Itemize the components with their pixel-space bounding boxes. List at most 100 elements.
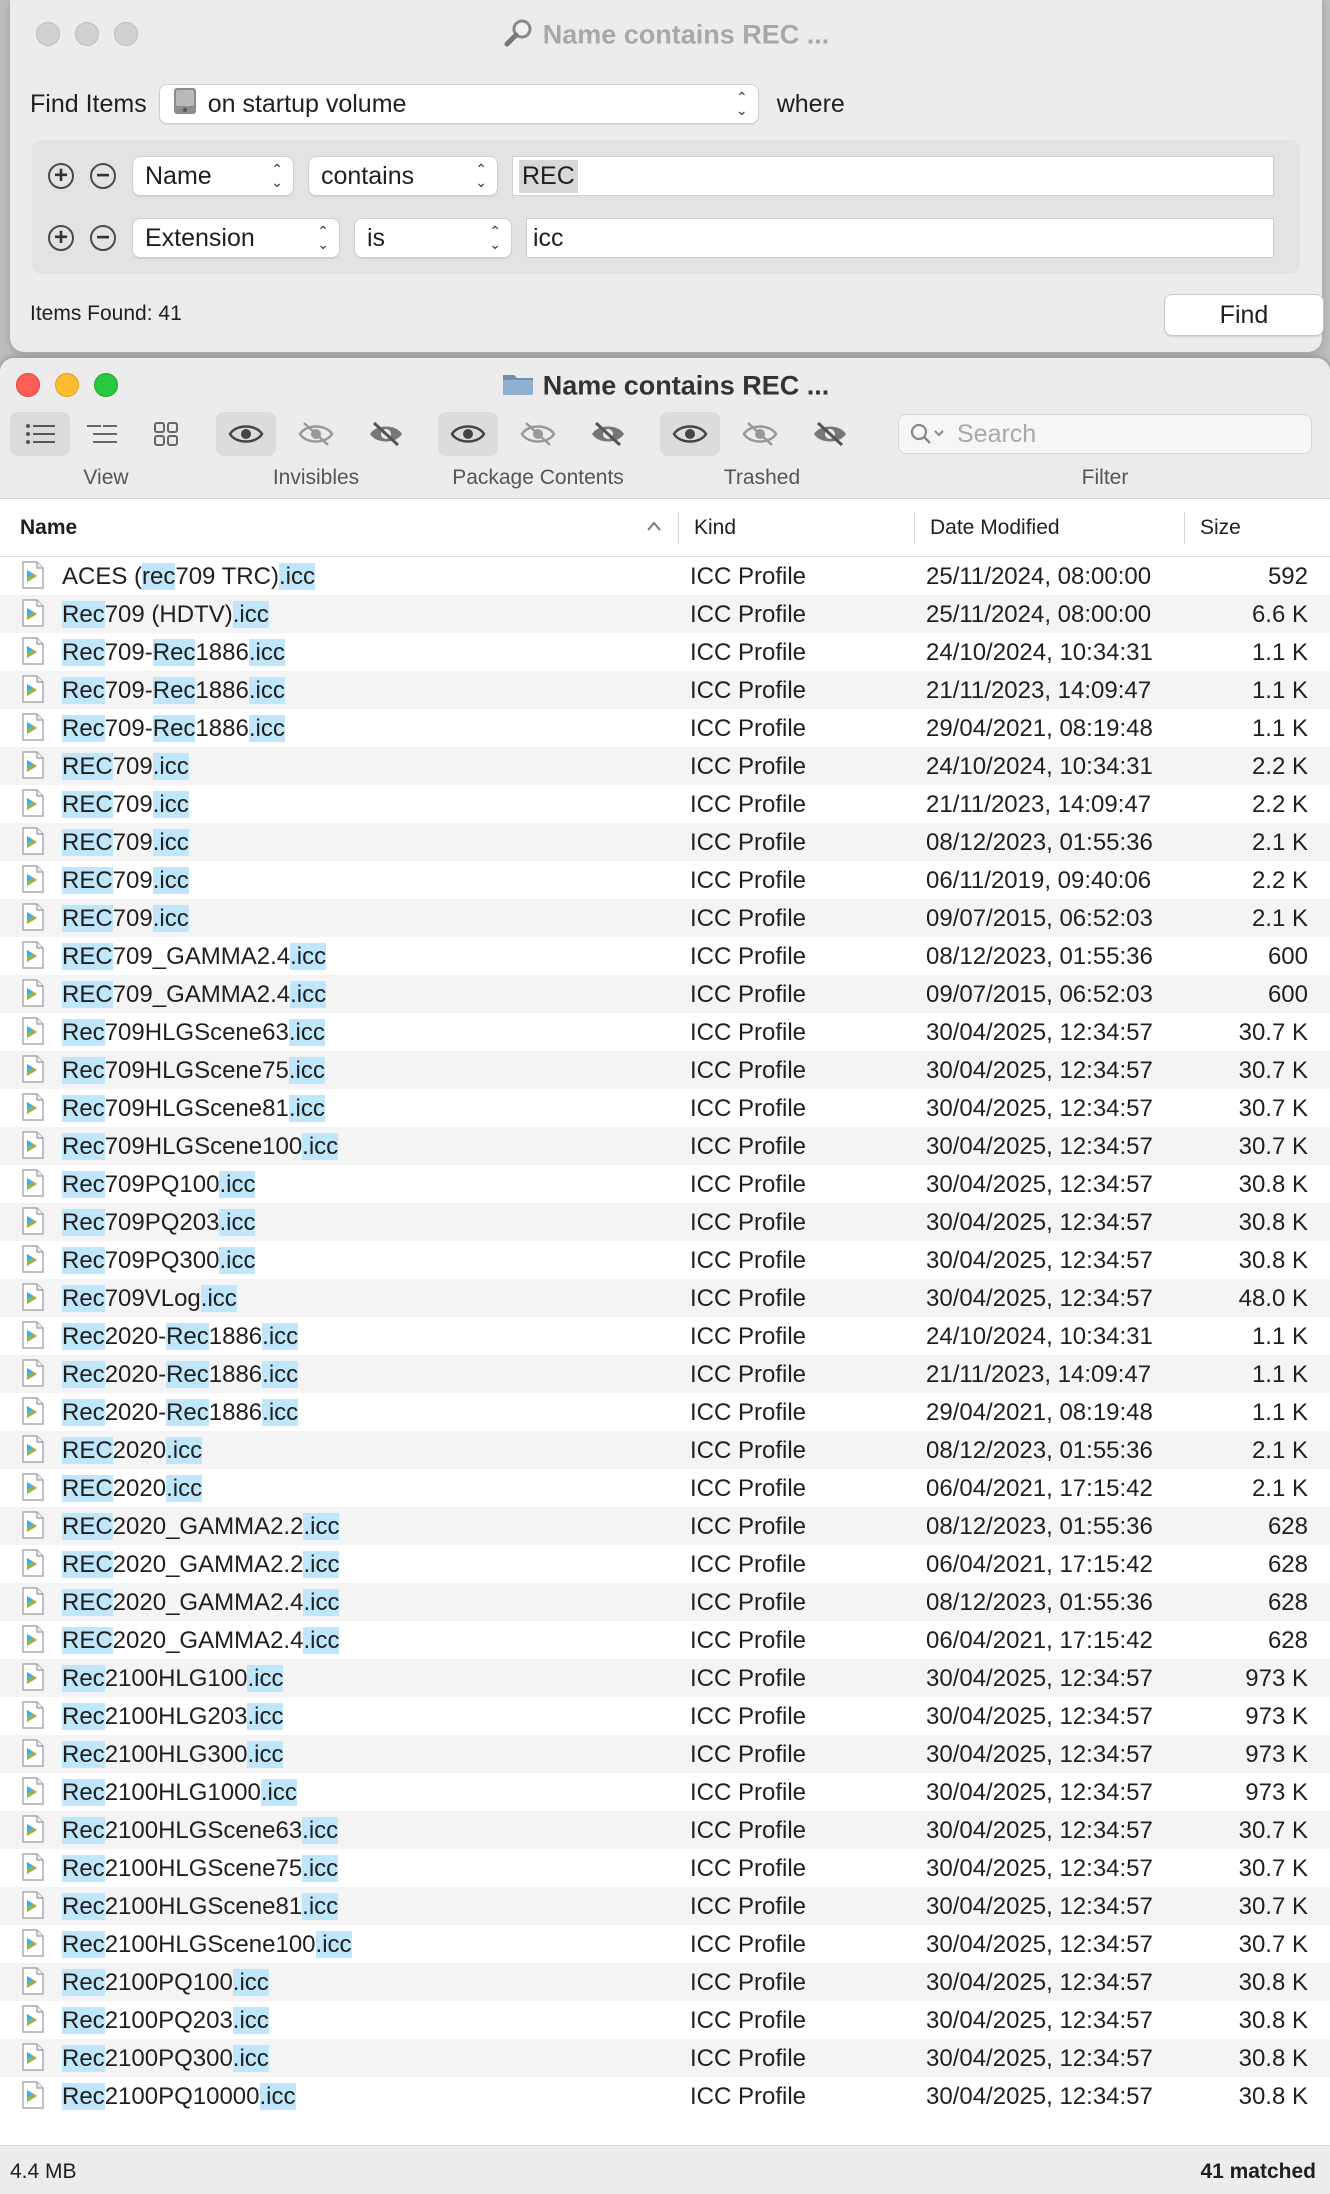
table-row[interactable]: Rec709PQ300.icc ICC Profile 30/04/2025, 12… [0, 1241, 1330, 1279]
table-row[interactable]: ACES (rec709 TRC).icc ICC Profile 25/11/20… [0, 557, 1330, 595]
table-row[interactable]: Rec709HLGScene63.icc ICC Profile 30/04/202… [0, 1013, 1330, 1051]
file-date-modified: 08/12/2023, 01:55:36 [926, 943, 1153, 970]
table-row[interactable]: REC2020_GAMMA2.4.icc ICC Profile 06/04/202… [0, 1621, 1330, 1659]
rule-operator-popup[interactable]: is ⌃ ⌄ [354, 218, 512, 258]
icon-view-button[interactable] [136, 412, 196, 456]
package-hide-button[interactable] [508, 412, 568, 456]
table-row[interactable]: REC709.icc ICC Profile 24/10/2024, 10:34:3… [0, 747, 1330, 785]
file-kind: ICC Profile [690, 1095, 807, 1122]
file-date-modified: 06/04/2021, 17:15:42 [926, 1627, 1153, 1654]
table-row[interactable]: Rec2100HLGScene100.icc ICC Profile 30/04/2… [0, 1925, 1330, 1963]
file-name: REC2020.icc [62, 1437, 203, 1464]
table-row[interactable]: Rec2020-Rec1886.icc ICC Profile 24/10/2024… [0, 1317, 1330, 1355]
file-name: REC2020.icc [62, 1475, 203, 1502]
table-row[interactable]: REC709_GAMMA2.4.icc ICC Profile 09/07/2015… [0, 975, 1330, 1013]
table-row[interactable]: Rec2100HLG1000.icc ICC Profile 30/04/2025,… [0, 1773, 1330, 1811]
file-kind: ICC Profile [690, 715, 807, 742]
package-show-button[interactable] [438, 412, 498, 456]
trashed-hide-button[interactable] [730, 412, 790, 456]
file-kind: ICC Profile [690, 1513, 807, 1540]
search-field[interactable]: Search [898, 414, 1312, 454]
file-kind: ICC Profile [690, 1437, 807, 1464]
table-row[interactable]: Rec2100PQ10000.icc ICC Profile 30/04/2025,… [0, 2077, 1330, 2115]
outline-view-button[interactable] [72, 412, 132, 456]
eye-slash-icon [298, 422, 334, 446]
table-row[interactable]: Rec709-Rec1886.icc ICC Profile 29/04/2021,… [0, 709, 1330, 747]
rule-operator-popup[interactable]: contains ⌃ ⌄ [308, 156, 498, 196]
table-row[interactable]: Rec2020-Rec1886.icc ICC Profile 29/04/2021… [0, 1393, 1330, 1431]
table-row[interactable]: Rec2100HLG300.icc ICC Profile 30/04/2025, … [0, 1735, 1330, 1773]
table-row[interactable]: Rec709HLGScene81.icc ICC Profile 30/04/202… [0, 1089, 1330, 1127]
icc-file-icon [22, 1207, 44, 1242]
table-row[interactable]: Rec2100PQ203.icc ICC Profile 30/04/2025, 1… [0, 2001, 1330, 2039]
list-view-button[interactable] [10, 412, 70, 456]
table-row[interactable]: Rec709PQ203.icc ICC Profile 30/04/2025, 12… [0, 1203, 1330, 1241]
table-row[interactable]: REC709.icc ICC Profile 21/11/2023, 14:09:4… [0, 785, 1330, 823]
table-row[interactable]: Rec709HLGScene100.icc ICC Profile 30/04/20… [0, 1127, 1330, 1165]
invisibles-show-button[interactable] [216, 412, 276, 456]
icc-file-icon [22, 713, 44, 748]
table-row[interactable]: Rec2020-Rec1886.icc ICC Profile 21/11/2023… [0, 1355, 1330, 1393]
remove-rule-button[interactable]: − [90, 225, 116, 251]
invisibles-only-button[interactable] [356, 412, 416, 456]
rule-value-field[interactable]: REC [512, 156, 1274, 196]
table-row[interactable]: Rec709-Rec1886.icc ICC Profile 21/11/2023,… [0, 671, 1330, 709]
file-name: Rec709HLGScene63.icc [62, 1019, 325, 1046]
table-row[interactable]: REC709.icc ICC Profile 06/11/2019, 09:40:0… [0, 861, 1330, 899]
file-size: 30.8 K [1238, 1209, 1308, 1236]
table-row[interactable]: Rec709HLGScene75.icc ICC Profile 30/04/202… [0, 1051, 1330, 1089]
table-row[interactable]: REC2020_GAMMA2.2.icc ICC Profile 08/12/202… [0, 1507, 1330, 1545]
icc-file-icon [22, 979, 44, 1014]
file-name: REC2020_GAMMA2.4.icc [62, 1589, 340, 1616]
location-popup[interactable]: on startup volume ⌃ ⌄ [158, 84, 759, 124]
add-rule-button[interactable]: + [48, 225, 74, 251]
file-kind: ICC Profile [690, 1627, 807, 1654]
column-kind-header[interactable]: Kind [694, 516, 736, 540]
add-rule-button[interactable]: + [48, 163, 74, 189]
rule-value-field[interactable]: icc [526, 218, 1274, 258]
file-name: REC709_GAMMA2.4.icc [62, 981, 327, 1008]
column-name-header[interactable]: Name [20, 516, 77, 540]
list-view-icon [26, 424, 55, 444]
table-row[interactable]: REC2020.icc ICC Profile 08/12/2023, 01:55:… [0, 1431, 1330, 1469]
icc-file-icon [22, 1815, 44, 1850]
table-row[interactable]: REC2020_GAMMA2.4.icc ICC Profile 08/12/202… [0, 1583, 1330, 1621]
table-row[interactable]: Rec2100HLGScene75.icc ICC Profile 30/04/20… [0, 1849, 1330, 1887]
table-row[interactable]: Rec2100HLG203.icc ICC Profile 30/04/2025, … [0, 1697, 1330, 1735]
column-date-header[interactable]: Date Modified [930, 516, 1060, 540]
file-size: 30.7 K [1238, 1133, 1308, 1160]
table-row[interactable]: REC709.icc ICC Profile 09/07/2015, 06:52:0… [0, 899, 1330, 937]
file-kind: ICC Profile [690, 1931, 807, 1958]
table-row[interactable]: REC709_GAMMA2.4.icc ICC Profile 08/12/2023… [0, 937, 1330, 975]
table-row[interactable]: REC2020_GAMMA2.2.icc ICC Profile 06/04/202… [0, 1545, 1330, 1583]
invisibles-hide-button[interactable] [286, 412, 346, 456]
file-name: Rec2100HLG300.icc [62, 1741, 284, 1768]
table-row[interactable]: Rec2100PQ300.icc ICC Profile 30/04/2025, 1… [0, 2039, 1330, 2077]
table-row[interactable]: Rec2100PQ100.icc ICC Profile 30/04/2025, 1… [0, 1963, 1330, 2001]
find-button[interactable]: Find [1164, 294, 1324, 336]
rule-attribute-popup[interactable]: Extension ⌃ ⌄ [132, 218, 340, 258]
column-divider[interactable] [678, 512, 679, 544]
table-row[interactable]: Rec709VLog.icc ICC Profile 30/04/2025, 12:… [0, 1279, 1330, 1317]
column-divider[interactable] [1184, 512, 1185, 544]
remove-rule-button[interactable]: − [90, 163, 116, 189]
table-row[interactable]: Rec2100HLGScene63.icc ICC Profile 30/04/20… [0, 1811, 1330, 1849]
file-size: 6.6 K [1251, 601, 1308, 628]
column-divider[interactable] [914, 512, 915, 544]
file-size: 30.7 K [1238, 1931, 1308, 1958]
table-row[interactable]: REC2020.icc ICC Profile 06/04/2021, 17:15:… [0, 1469, 1330, 1507]
table-row[interactable]: Rec709PQ100.icc ICC Profile 30/04/2025, 12… [0, 1165, 1330, 1203]
rule-attribute-popup[interactable]: Name ⌃ ⌄ [132, 156, 294, 196]
table-row[interactable]: REC709.icc ICC Profile 08/12/2023, 01:55:3… [0, 823, 1330, 861]
trashed-only-button[interactable] [800, 412, 860, 456]
table-row[interactable]: Rec2100HLG100.icc ICC Profile 30/04/2025, … [0, 1659, 1330, 1697]
file-name: Rec709HLGScene100.icc [62, 1133, 339, 1160]
column-size-header[interactable]: Size [1200, 516, 1241, 540]
file-date-modified: 08/12/2023, 01:55:36 [926, 1437, 1153, 1464]
table-row[interactable]: Rec709-Rec1886.icc ICC Profile 24/10/2024,… [0, 633, 1330, 671]
table-row[interactable]: Rec2100HLGScene81.icc ICC Profile 30/04/20… [0, 1887, 1330, 1925]
table-row[interactable]: Rec709 (HDTV).icc ICC Profile 25/11/2024, … [0, 595, 1330, 633]
trashed-show-button[interactable] [660, 412, 720, 456]
package-only-button[interactable] [578, 412, 638, 456]
icc-file-icon [22, 2081, 44, 2116]
